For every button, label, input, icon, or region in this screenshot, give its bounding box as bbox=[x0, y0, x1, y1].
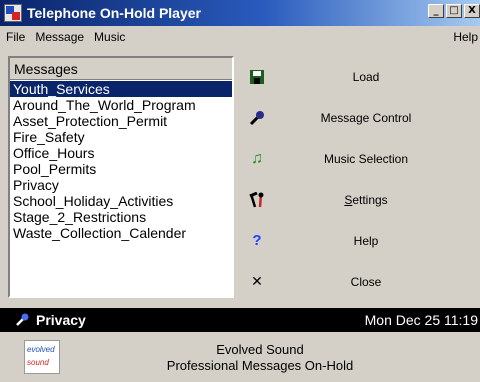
message-item-waste-collection-calender[interactable]: Waste_Collection_Calender bbox=[10, 225, 232, 241]
tools-icon bbox=[242, 191, 272, 208]
message-item-around-the-world-program[interactable]: Around_The_World_Program bbox=[10, 97, 232, 113]
message-item-fire-safety[interactable]: Fire_Safety bbox=[10, 129, 232, 145]
menu-bar: File Message Music Help bbox=[0, 26, 480, 48]
title-bar: Telephone On-Hold Player _ □ X bbox=[0, 0, 480, 26]
window-title: Telephone On-Hold Player bbox=[27, 5, 201, 21]
microphone-icon bbox=[242, 110, 272, 126]
load-button[interactable]: Load bbox=[240, 56, 480, 97]
close-window-button[interactable]: X bbox=[464, 4, 480, 18]
message-item-stage-2-restrictions[interactable]: Stage_2_Restrictions bbox=[10, 209, 232, 225]
settings-button[interactable]: Settings bbox=[240, 179, 480, 220]
messages-header: Messages bbox=[10, 58, 232, 80]
messages-panel: Messages Youth_Services Around_The_World… bbox=[8, 56, 234, 298]
action-buttons: Load Message Control ♫ Music Selection S… bbox=[240, 56, 480, 302]
minimize-button[interactable]: _ bbox=[428, 4, 444, 18]
logo-text-top: evolved bbox=[27, 345, 55, 354]
question-mark-icon: ? bbox=[252, 232, 262, 249]
company-name: Evolved Sound bbox=[216, 342, 304, 357]
status-bar: Privacy Mon Dec 25 11:19 bbox=[0, 308, 480, 332]
message-item-youth-services[interactable]: Youth_Services bbox=[10, 81, 232, 97]
app-logo-icon bbox=[4, 4, 22, 22]
menu-help[interactable]: Help bbox=[453, 30, 478, 44]
footer-text: Evolved Sound Professional Messages On-H… bbox=[60, 342, 460, 374]
logo-text-bottom: sound bbox=[27, 358, 49, 367]
message-item-school-holiday-activities[interactable]: School_Holiday_Activities bbox=[10, 193, 232, 209]
help-button[interactable]: ? Help bbox=[240, 220, 480, 261]
load-label: Load bbox=[352, 69, 380, 84]
microphone-icon bbox=[16, 312, 30, 329]
message-item-asset-protection-permit[interactable]: Asset_Protection_Permit bbox=[10, 113, 232, 129]
menu-message[interactable]: Message bbox=[31, 30, 88, 44]
music-note-icon: ♫ bbox=[251, 149, 263, 167]
settings-label: Settings bbox=[344, 192, 388, 207]
close-icon: ✕ bbox=[251, 273, 263, 289]
message-control-label: Message Control bbox=[320, 110, 412, 125]
current-message: Privacy bbox=[36, 312, 86, 328]
evolved-sound-logo: evolved sound bbox=[24, 340, 60, 374]
message-list[interactable]: Youth_Services Around_The_World_Program … bbox=[10, 80, 232, 241]
footer: evolved sound Evolved Sound Professional… bbox=[0, 332, 480, 382]
close-label: Close bbox=[350, 274, 382, 289]
window-controls: _ □ X bbox=[428, 4, 480, 18]
maximize-button[interactable]: □ bbox=[446, 4, 462, 18]
menu-file[interactable]: File bbox=[2, 30, 29, 44]
close-button[interactable]: ✕ Close bbox=[240, 261, 480, 302]
message-control-button[interactable]: Message Control bbox=[240, 97, 480, 138]
help-label: Help bbox=[353, 233, 379, 248]
message-item-pool-permits[interactable]: Pool_Permits bbox=[10, 161, 232, 177]
floppy-disk-icon bbox=[242, 69, 272, 84]
message-item-privacy[interactable]: Privacy bbox=[10, 177, 232, 193]
company-tagline: Professional Messages On-Hold bbox=[166, 358, 354, 373]
music-selection-label: Music Selection bbox=[323, 151, 409, 166]
message-item-office-hours[interactable]: Office_Hours bbox=[10, 145, 232, 161]
music-selection-button[interactable]: ♫ Music Selection bbox=[240, 138, 480, 179]
status-datetime: Mon Dec 25 11:19 bbox=[364, 312, 478, 328]
menu-music[interactable]: Music bbox=[90, 30, 129, 44]
